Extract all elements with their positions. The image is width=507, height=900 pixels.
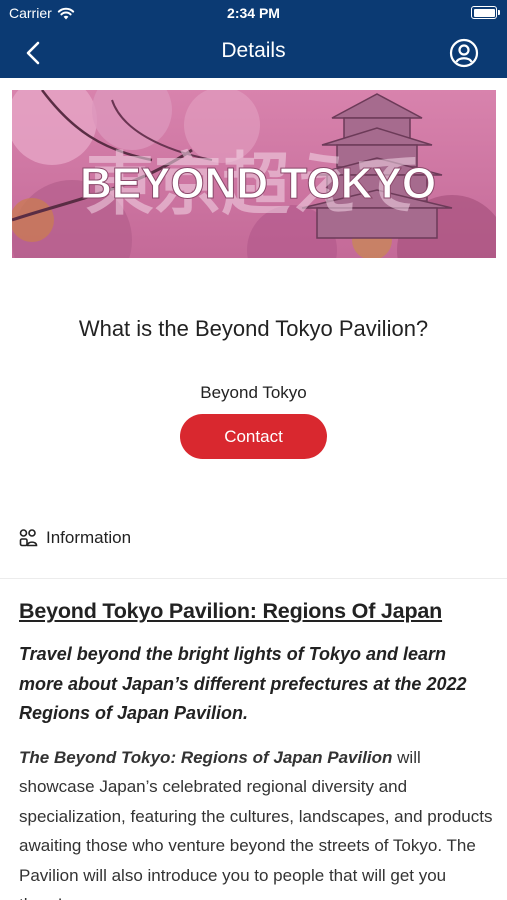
article-body-text: will showcase Japan’s celebrated regiona… (19, 747, 493, 900)
user-circle-icon (449, 38, 479, 68)
article-body: The Beyond Tokyo: Regions of Japan Pavil… (19, 743, 494, 900)
detail-title: What is the Beyond Tokyo Pavilion? (78, 316, 429, 341)
detail-subtitle: Beyond Tokyo (200, 383, 307, 402)
status-bar: Carrier 2:34 PM (0, 0, 507, 28)
article-lead: Travel beyond the bright lights of Tokyo… (19, 644, 467, 723)
battery-icon (471, 6, 500, 19)
top-bar: Carrier 2:34 PM Details (0, 0, 507, 78)
divider (0, 578, 507, 579)
article-heading: Beyond Tokyo Pavilion: Regions Of Japan (19, 599, 443, 623)
banner-title: BEYOND TOKYO (80, 159, 436, 208)
navigation-bar: Details (0, 28, 507, 78)
people-icon (19, 529, 38, 547)
information-header: Information (18, 528, 131, 548)
article-content: Beyond Tokyo Pavilion: Regions Of Japan … (19, 596, 494, 900)
information-label: Information (46, 528, 132, 547)
banner-image: 東京超えて BEYOND TOKYO (12, 90, 496, 258)
contact-button[interactable]: Contact (180, 414, 327, 459)
article-body-emphasis: The Beyond Tokyo: Regions of Japan Pavil… (19, 747, 393, 767)
clock: 2:34 PM (227, 5, 280, 21)
page-title: Details (221, 39, 286, 62)
profile-button[interactable] (449, 38, 479, 68)
